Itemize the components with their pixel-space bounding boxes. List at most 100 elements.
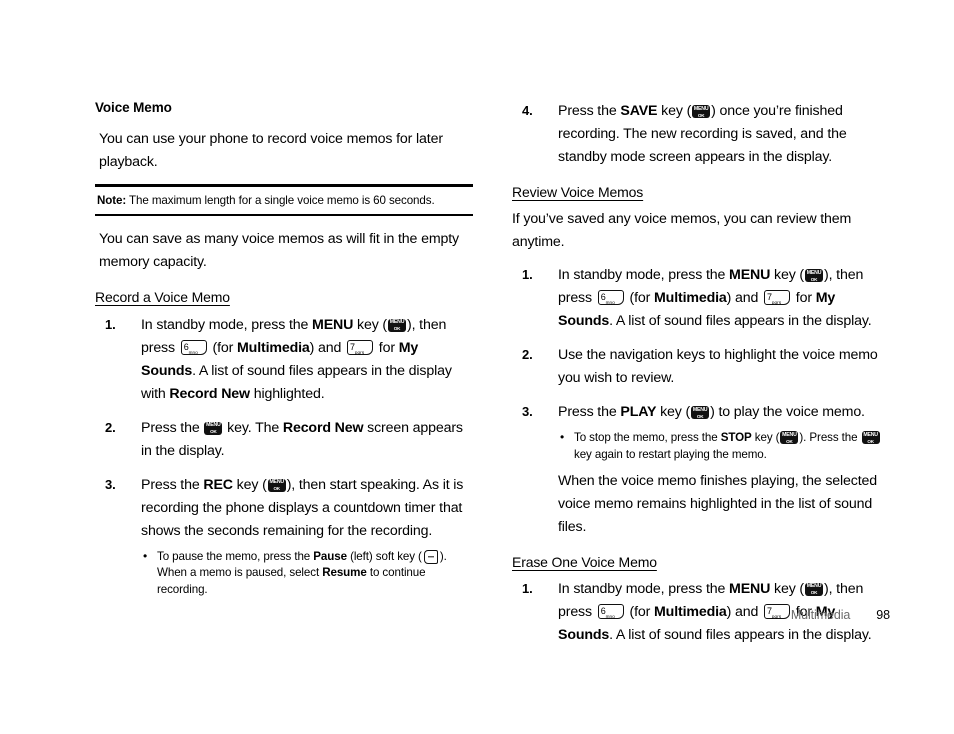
left-column: Voice Memo You can use your phone to rec… — [95, 100, 473, 610]
step-number: 1. — [522, 267, 533, 283]
menu-key-bottom-label: OK — [697, 112, 705, 118]
bullet-text-part: key again to restart playing the memo. — [574, 447, 767, 461]
menu-key-bottom-label: OK — [210, 429, 217, 435]
step-text-part: In standby mode, press the — [141, 316, 313, 333]
key7-letters: pqrs — [771, 300, 782, 306]
right-column: 4. Press the SAVE key (MENU OK) once you’r… — [512, 100, 890, 658]
step-sub-paragraph: When the voice memo finishes playing, th… — [558, 472, 877, 535]
menu-ok-key-icon: MENU OK — [204, 421, 223, 435]
number-key-7-icon: 7pqrs — [764, 290, 791, 306]
step-text-part: key ( — [232, 476, 267, 493]
number-key-7-icon: 7pqrs — [347, 339, 374, 355]
bullet-item: To pause the memo, press the Pause (left… — [141, 548, 473, 599]
left-soft-key-icon — [423, 549, 438, 564]
subheading-erase-one-voice-memo: Erase One Voice Memo — [512, 553, 657, 570]
bullet-text-part: To pause the memo, press the — [157, 549, 314, 563]
step-text-part: key ( — [657, 103, 692, 119]
menu-key-top-label: MENU — [806, 583, 822, 590]
step-item: 2. Use the navigation keys to highlight t… — [512, 344, 890, 390]
page-footer: Multimedia 98 — [512, 608, 890, 622]
menu-ok-key-icon: MENU OK — [388, 318, 407, 332]
number-key-6-icon: 6mno — [597, 290, 624, 306]
manual-page: Voice Memo You can use your phone to rec… — [0, 0, 954, 734]
menu-key-top-label: MENU — [692, 406, 708, 413]
number-key-6-icon: 6mno — [180, 339, 207, 355]
step-item: 3. Press the REC key (MENU OK), then start… — [95, 474, 473, 599]
step-bold-multimedia: Multimedia — [237, 339, 310, 356]
menu-key-top-label: MENU — [806, 269, 822, 276]
step-text-part: Press the — [141, 476, 204, 493]
menu-key-bottom-label: OK — [786, 438, 793, 444]
step-bold-record-new: Record New — [169, 385, 250, 402]
menu-key-bottom-label: OK — [696, 413, 704, 419]
step-number: 3. — [522, 404, 533, 420]
step-text-part: (for — [625, 290, 655, 307]
step-number: 2. — [522, 347, 533, 363]
note-text: Note: The maximum length for a single vo… — [95, 187, 473, 214]
step-bold-play: PLAY — [620, 404, 657, 421]
menu-key-bottom-label: OK — [393, 326, 401, 332]
step-text-part: (for — [208, 339, 238, 356]
step-number: 1. — [105, 316, 116, 332]
bullet-text-part: ). Press the — [799, 431, 861, 445]
bullet-text-part: key ( — [751, 431, 780, 445]
step-bold-menu: MENU — [729, 267, 771, 284]
note-label: Note: — [97, 193, 127, 207]
step-number: 1. — [522, 580, 533, 596]
key7-letters: pqrs — [354, 349, 365, 355]
bullet-bold-pause: Pause — [313, 549, 347, 563]
step-text-part: key ( — [353, 316, 388, 333]
step-text-part: Use the navigation keys to highlight the… — [558, 347, 878, 387]
step-item: 1. In standby mode, press the MENU key (M… — [512, 264, 890, 333]
bullet-item: To stop the memo, press the STOP key (ME… — [558, 429, 890, 464]
review-steps-list: 1. In standby mode, press the MENU key (M… — [512, 264, 890, 539]
record-steps-continued-list: 4. Press the SAVE key (MENU OK) once you’r… — [512, 100, 890, 169]
note-rule-bottom — [95, 213, 473, 217]
step-text-part: . A list of sound files appears in the d… — [609, 626, 872, 643]
step-bold-multimedia: Multimedia — [654, 290, 727, 307]
step-text-part: Press the — [558, 404, 621, 421]
menu-ok-key-icon: MENU OK — [691, 406, 710, 420]
bullet-text-part: (left) soft key ( — [346, 549, 422, 563]
intro-paragraph: You can use your phone to record voice m… — [99, 131, 443, 171]
step-bold-rec: REC — [203, 476, 233, 493]
bullet-bold-resume: Resume — [322, 566, 367, 580]
step-number: 2. — [105, 419, 116, 435]
page-title: Voice Memo — [95, 100, 172, 115]
step-item: 4. Press the SAVE key (MENU OK) once you’r… — [512, 100, 890, 169]
menu-key-bottom-label: OK — [273, 486, 280, 492]
menu-key-top-label: MENU — [693, 105, 709, 112]
step-text-part: Press the — [141, 419, 204, 436]
menu-key-bottom-label: OK — [810, 276, 818, 282]
step-text-part: key ( — [770, 267, 805, 284]
menu-ok-key-icon: MENU OK — [805, 582, 824, 596]
step-text-part: highlighted. — [249, 385, 325, 402]
step-text-part: key. The — [223, 419, 283, 436]
step-bold-menu: MENU — [312, 316, 354, 333]
bullet-text-part: To stop the memo, press the — [574, 431, 721, 445]
step-number: 4. — [522, 103, 533, 118]
step-text-part: for — [375, 339, 399, 356]
review-intro-paragraph: If you’ve saved any voice memos, you can… — [512, 211, 852, 251]
capacity-paragraph: You can save as many voice memos as will… — [99, 231, 459, 271]
step-text-part: key ( — [770, 580, 805, 597]
menu-ok-key-icon: MENU OK — [861, 431, 880, 445]
note-block: Note: The maximum length for a single vo… — [95, 184, 473, 217]
step-text-part: . A list of sound files appears in the d… — [609, 313, 872, 330]
subheading-review-voice-memos: Review Voice Memos — [512, 184, 644, 200]
key6-letters: mno — [188, 349, 198, 355]
menu-key-top-label: MENU — [206, 422, 221, 429]
step-text-part: In standby mode, press the — [558, 267, 730, 284]
key6-letters: mno — [605, 300, 615, 306]
step-text-part: In standby mode, press the — [558, 580, 730, 597]
step-item: 3. Press the PLAY key (MENU OK) to play th… — [512, 401, 890, 539]
menu-key-top-label: MENU — [782, 431, 797, 438]
step-bold-save: SAVE — [620, 103, 658, 119]
bullet-bold-stop: STOP — [720, 431, 752, 445]
menu-ok-key-icon: MENU OK — [805, 269, 824, 283]
menu-key-bottom-label: OK — [867, 438, 874, 444]
menu-ok-key-icon: MENU OK — [692, 105, 711, 118]
menu-ok-key-icon: MENU OK — [780, 431, 799, 445]
menu-key-bottom-label: OK — [810, 590, 818, 596]
step-item: 2. Press the MENU OK key. The Record New s… — [95, 417, 473, 463]
